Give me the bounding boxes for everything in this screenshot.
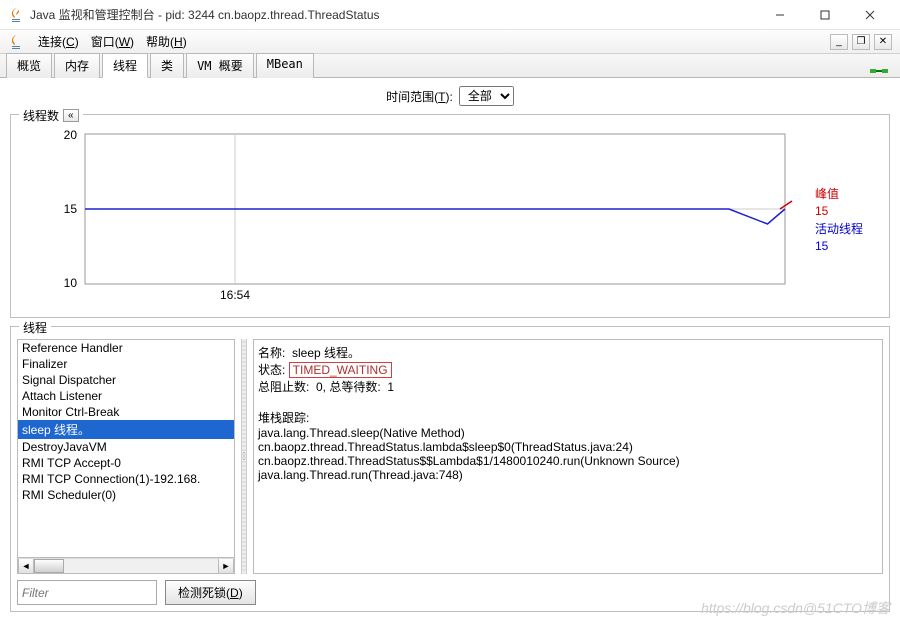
filter-input[interactable]: [17, 580, 157, 605]
svg-text:20: 20: [64, 129, 78, 142]
inner-close-button[interactable]: ✕: [874, 34, 892, 50]
tab-bar: 概览内存线程类VM 概要MBean: [0, 54, 900, 78]
thread-list-item[interactable]: RMI TCP Connection(1)-192.168.: [18, 471, 234, 487]
connection-status-icon: [870, 65, 888, 77]
time-range-row: 时间范围(T): 全部: [0, 78, 900, 114]
thread-list-item[interactable]: Signal Dispatcher: [18, 372, 234, 388]
thread-list-item[interactable]: Reference Handler: [18, 340, 234, 356]
svg-text:10: 10: [64, 276, 78, 290]
thread-count-chart-group: 线程数 « 20 15 10 16:54 峰值 15 活动线程 15: [10, 114, 890, 318]
svg-text:16:54: 16:54: [220, 288, 250, 302]
time-range-label: 时间范围(T):: [386, 88, 453, 105]
thread-count-chart: 20 15 10 16:54: [19, 129, 811, 309]
tab-2[interactable]: 线程: [102, 53, 148, 78]
thread-list-item[interactable]: DestroyJavaVM: [18, 439, 234, 455]
chart-group-legend: 线程数 «: [19, 107, 83, 124]
thread-list[interactable]: Reference HandlerFinalizerSignal Dispatc…: [17, 339, 235, 558]
scroll-right-arrow[interactable]: ►: [218, 559, 234, 573]
thread-list-item[interactable]: Attach Listener: [18, 388, 234, 404]
tab-5[interactable]: MBean: [256, 53, 314, 78]
window-title: Java 监视和管理控制台 - pid: 3244 cn.baopz.threa…: [30, 6, 757, 23]
time-range-select[interactable]: 全部: [459, 86, 514, 106]
title-bar: Java 监视和管理控制台 - pid: 3244 cn.baopz.threa…: [0, 0, 900, 30]
threads-group: 线程 Reference HandlerFinalizerSignal Disp…: [10, 326, 890, 612]
live-threads-value: 15: [815, 239, 881, 253]
menu-help[interactable]: 帮助(H): [140, 31, 193, 52]
close-button[interactable]: [847, 1, 892, 29]
inner-minimize-button[interactable]: _: [830, 34, 848, 50]
threads-group-title: 线程: [19, 319, 51, 336]
scroll-left-arrow[interactable]: ◄: [18, 559, 34, 573]
scroll-thumb[interactable]: [34, 559, 64, 573]
thread-list-item[interactable]: Monitor Ctrl-Break: [18, 404, 234, 420]
chart-collapse-button[interactable]: «: [63, 109, 79, 122]
live-threads-label: 活动线程: [815, 220, 881, 237]
maximize-button[interactable]: [802, 1, 847, 29]
svg-text:15: 15: [64, 202, 78, 216]
watermark: https://blog.csdn@51CTO博客: [701, 598, 890, 618]
java-icon: [8, 34, 24, 50]
chart-group-title: 线程数: [23, 107, 59, 124]
tab-1[interactable]: 内存: [54, 53, 100, 78]
thread-list-item[interactable]: sleep 线程。: [18, 420, 234, 439]
thread-list-scrollbar[interactable]: ◄ ►: [17, 558, 235, 574]
tab-3[interactable]: 类: [150, 53, 184, 78]
thread-list-item[interactable]: RMI Scheduler(0): [18, 487, 234, 503]
thread-list-item[interactable]: Finalizer: [18, 356, 234, 372]
menu-connect[interactable]: 连接(C): [32, 31, 85, 52]
detect-deadlock-button[interactable]: 检测死锁(D): [165, 580, 256, 605]
menu-bar: 连接(C) 窗口(W) 帮助(H) _ ❐ ✕: [0, 30, 900, 54]
chart-side-labels: 峰值 15 活动线程 15: [811, 129, 881, 309]
java-icon: [8, 7, 24, 23]
content-area: 时间范围(T): 全部 线程数 « 20 15 10 16:54 峰值: [0, 78, 900, 622]
tab-4[interactable]: VM 概要: [186, 53, 254, 78]
thread-state-value: TIMED_WAITING: [289, 362, 392, 378]
peak-label: 峰值: [815, 185, 881, 202]
menu-window[interactable]: 窗口(W): [85, 31, 140, 52]
peak-value: 15: [815, 204, 881, 218]
inner-restore-button[interactable]: ❐: [852, 34, 870, 50]
thread-detail-panel: 名称: sleep 线程。状态: TIMED_WAITING总阻止数: 0, 总…: [253, 339, 883, 574]
tab-0[interactable]: 概览: [6, 53, 52, 78]
thread-list-item[interactable]: RMI TCP Accept-0: [18, 455, 234, 471]
vertical-splitter[interactable]: [241, 339, 247, 574]
minimize-button[interactable]: [757, 1, 802, 29]
